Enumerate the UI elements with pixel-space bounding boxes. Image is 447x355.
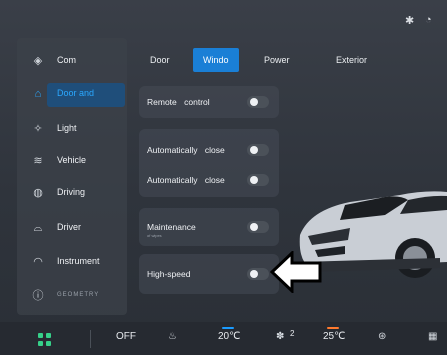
- setting-sublabel: of wipes: [147, 233, 162, 238]
- divider: [90, 330, 91, 348]
- sidebar-item-vehicle[interactable]: ≋ Vehicle: [17, 146, 127, 176]
- steering-wheel-icon: ◍: [33, 187, 43, 199]
- tab-door[interactable]: Door: [150, 48, 170, 72]
- left-temp[interactable]: 20℃: [218, 331, 240, 342]
- auto-close-card: Automatically close Automatically close: [139, 129, 279, 197]
- tab-label: Exterior: [336, 55, 368, 65]
- settings-sidebar: ◈ Com ⌂ Door and ✧ Light ≋ Vehicle ◍ Dri…: [17, 38, 127, 315]
- sidebar-item-light[interactable]: ✧ Light: [17, 114, 127, 144]
- sidebar-item-instrument[interactable]: ◠ Instrument: [17, 247, 127, 277]
- auto-close-row-2[interactable]: Automatically close: [139, 169, 279, 191]
- tab-exterior[interactable]: Exterior: [336, 48, 367, 72]
- maintenance-card: Maintenance of wipes: [139, 208, 279, 246]
- vehicle-settings-icon: ≋: [33, 155, 43, 167]
- defrost-icon[interactable]: ⊛: [378, 331, 386, 342]
- fan-level: 2: [290, 329, 295, 338]
- sidebar-item-label: Com: [57, 55, 77, 65]
- high-speed-toggle[interactable]: [247, 268, 269, 280]
- bluetooth-icon: ✱: [405, 15, 415, 27]
- tab-label: Windo: [203, 55, 229, 65]
- right-temp-indicator: [327, 327, 339, 329]
- sidebar-item-common[interactable]: ◈ Com: [17, 46, 127, 76]
- car-door-icon: ⌂: [34, 88, 42, 100]
- app-grid-icon[interactable]: [38, 333, 52, 347]
- sidebar-item-label: Instrument: [57, 256, 100, 266]
- tab-label: Door: [150, 55, 170, 65]
- high-speed-card: High-speed: [139, 254, 279, 294]
- left-temp-indicator: [222, 327, 234, 329]
- layers-icon: ◈: [33, 55, 43, 67]
- pointer-arrow-icon: [270, 251, 322, 293]
- climate-bar: OFF ♨ 20℃ ✽ 2 25℃ ⊛ ▦: [0, 322, 447, 355]
- ac-status[interactable]: OFF: [116, 331, 136, 342]
- setting-label: Remote control: [147, 97, 210, 107]
- right-temp[interactable]: 25℃: [323, 331, 345, 342]
- sidebar-item-driving[interactable]: ◍ Driving: [17, 178, 127, 208]
- rear-defrost-icon[interactable]: ▦: [428, 331, 437, 342]
- high-speed-row[interactable]: High-speed: [139, 263, 279, 285]
- info-icon: ⓘ: [32, 290, 44, 302]
- driver-assist-icon: ⌓: [33, 222, 43, 234]
- maintenance-toggle[interactable]: [247, 221, 269, 233]
- remote-control-toggle[interactable]: [247, 96, 269, 108]
- sidebar-item-label: Driver: [57, 222, 81, 232]
- auto-close-toggle-1[interactable]: [247, 144, 269, 156]
- sidebar-item-label: Driving: [57, 187, 86, 197]
- remote-control-card: Remote control: [139, 86, 279, 118]
- tab-label: Power: [264, 55, 290, 65]
- setting-label: Automatically close: [147, 175, 225, 185]
- auto-close-toggle-2[interactable]: [247, 174, 269, 186]
- setting-label: High-speed: [147, 269, 191, 279]
- sidebar-item-door-and-window[interactable]: ⌂ Door and: [17, 79, 127, 109]
- remote-control-row[interactable]: Remote control: [139, 91, 279, 113]
- tab-power[interactable]: Power: [264, 48, 290, 72]
- auto-close-row-1[interactable]: Automatically close: [139, 139, 279, 161]
- wifi-icon: ◔: [425, 14, 432, 26]
- tab-window[interactable]: Windo: [193, 48, 239, 72]
- sidebar-item-driver[interactable]: ⌓ Driver: [17, 213, 127, 243]
- fan-icon[interactable]: ✽: [276, 331, 284, 342]
- status-bar: ✱ ◔: [0, 0, 447, 34]
- instrument-gauge-icon: ◠: [33, 256, 43, 268]
- sidebar-item-label: Light: [57, 123, 77, 133]
- setting-label: Maintenance: [147, 222, 196, 232]
- sidebar-item-label: Vehicle: [57, 155, 87, 165]
- sidebar-item-label: GEOMETRY: [57, 292, 100, 298]
- setting-label: Automatically close: [147, 145, 225, 155]
- sidebar-item-about[interactable]: ⓘ GEOMETRY: [17, 281, 127, 311]
- seat-heat-icon[interactable]: ♨: [168, 331, 177, 342]
- maintenance-row[interactable]: Maintenance of wipes: [139, 216, 279, 238]
- sidebar-item-label: Door and: [57, 88, 95, 98]
- light-icon: ✧: [33, 123, 43, 135]
